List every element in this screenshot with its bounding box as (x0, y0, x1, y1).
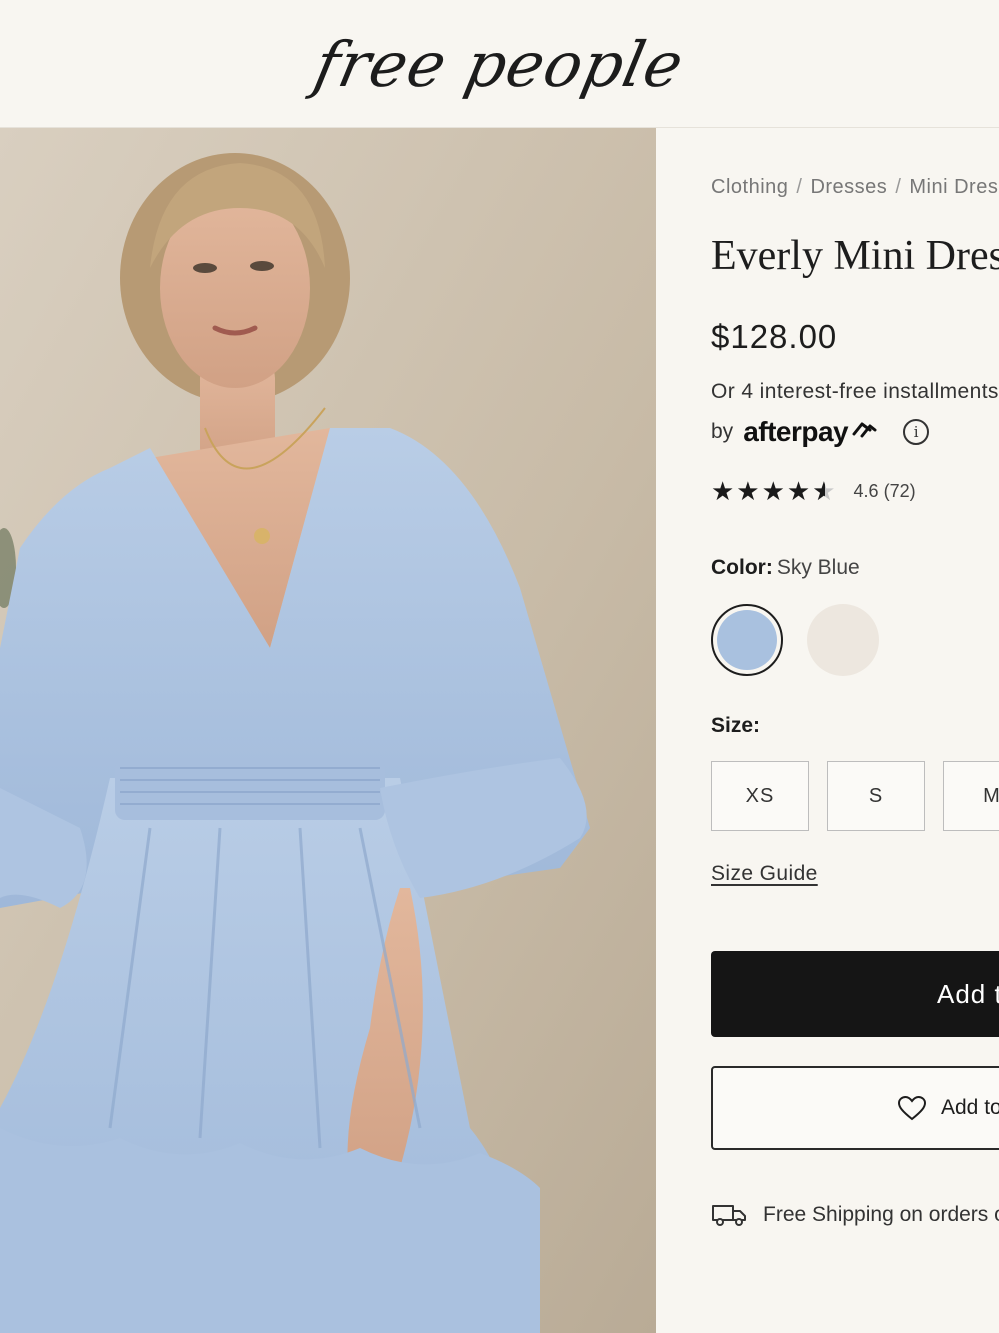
product-image[interactable] (0, 128, 656, 1333)
color-swatch-fill (717, 610, 777, 670)
rating-stars-icon: ★★★★★ (711, 476, 838, 507)
product-details-panel: Clothing / Dresses / Mini Dresses Everly Min… (656, 128, 999, 1333)
breadcrumb: Clothing / Dresses / Mini Dresses (711, 176, 999, 199)
size-label: Size: (711, 714, 761, 737)
breadcrumb-item[interactable]: Clothing (711, 176, 788, 198)
breadcrumb-separator: / (796, 176, 803, 198)
model-wearing-dress-illustration (0, 128, 656, 1333)
afterpay-logo: afterpay (743, 416, 849, 447)
color-label: Color: Sky Blue (711, 556, 860, 580)
size-guide-link[interactable]: Size Guide (711, 862, 818, 886)
selected-color-name: Sky Blue (776, 556, 860, 579)
shipping-text: Free Shipping on orders over $150 (763, 1203, 999, 1226)
product-title: Everly Mini Dress (711, 233, 999, 279)
product-price: $128.00 (711, 318, 838, 355)
heart-icon (897, 1095, 927, 1121)
afterpay-by-text: by (711, 420, 734, 443)
color-swatch-sky-blue[interactable] (711, 604, 783, 676)
wishlist-label: Add to Wishlist (941, 1096, 999, 1119)
afterpay-row: by afterpay i (711, 416, 930, 448)
truck-icon (711, 1202, 747, 1228)
brand-logo[interactable]: free people (0, 0, 999, 128)
color-swatch-ivory[interactable] (807, 604, 879, 676)
rating-value: 4.6 (72) (853, 481, 916, 501)
size-option-xs[interactable]: XS (711, 761, 809, 831)
info-icon[interactable]: i (903, 419, 930, 445)
size-option-s[interactable]: S (827, 761, 925, 831)
afterpay-arrows-icon (851, 420, 877, 445)
installment-text: Or 4 interest-free installments of $32.0… (711, 380, 999, 403)
shipping-info: Free Shipping on orders over $150 (711, 1202, 999, 1228)
add-to-bag-button[interactable]: Add to Bag (711, 951, 999, 1037)
breadcrumb-item[interactable]: Dresses (810, 176, 887, 198)
breadcrumb-item[interactable]: Mini Dresses (909, 176, 999, 198)
add-to-wishlist-button[interactable]: Add to Wishlist (711, 1066, 999, 1150)
product-rating[interactable]: ★★★★★ 4.6 (72) (711, 476, 916, 507)
site-header: free people (0, 0, 999, 128)
size-option-m[interactable]: M (943, 761, 999, 831)
brand-logo-text: free people (308, 27, 691, 101)
breadcrumb-separator: / (895, 176, 902, 198)
color-label-heading: Color: (711, 556, 773, 579)
